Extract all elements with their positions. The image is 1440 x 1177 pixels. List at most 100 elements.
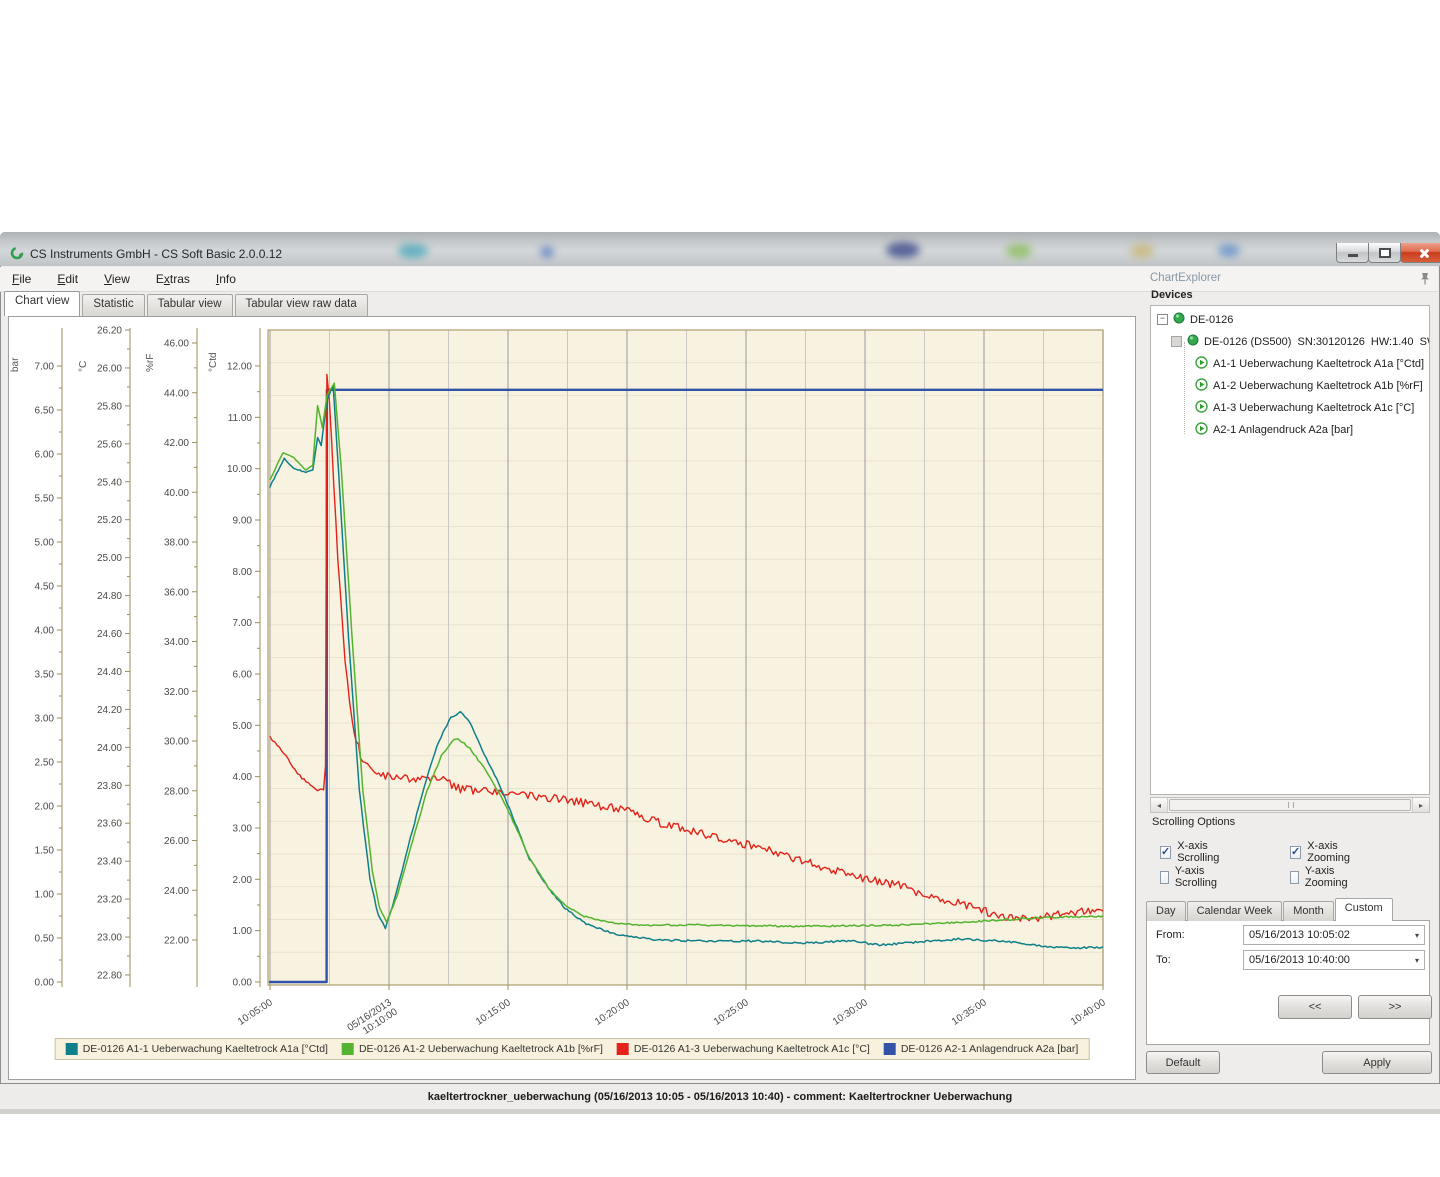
y-tick-label: 24.60 [97,629,122,640]
tree-item[interactable]: − DE-0126 [1157,312,1233,327]
y-tick-label: 2.50 [35,758,55,769]
tree-item[interactable]: A1-2 Ueberwachung Kaeltetrock A1b [%rF] [1195,378,1423,394]
y-tick-label: 34.00 [164,637,189,648]
checked-checkbox-icon[interactable]: ✓ [1160,846,1171,859]
y-tick-label: 23.20 [97,895,122,906]
y-tick-label: 40.00 [164,488,189,499]
y-tick-label: 4.50 [35,582,55,593]
period-tab-month[interactable]: Month [1283,901,1334,921]
y-tick-label: 8.00 [233,567,253,578]
menu-file[interactable]: File [12,272,31,286]
tree-item[interactable]: A1-3 Ueberwachung Kaeltetrock A1c [°C] [1195,400,1414,416]
app-logo-icon [10,246,24,260]
legend-swatch [884,1043,896,1055]
y-tick-label: 25.80 [97,401,122,412]
minimize-button[interactable] [1336,243,1369,263]
to-datetime-select[interactable]: 05/16/2013 10:40:00 ▾ [1243,950,1425,970]
default-button[interactable]: Default [1146,1051,1220,1074]
menu-extras[interactable]: Extras [156,272,190,286]
y-tick-label: 22.00 [164,936,189,947]
range-next-button[interactable]: >> [1358,995,1432,1019]
restore-button[interactable] [1368,243,1401,263]
y-tick-label: 22.80 [97,970,122,981]
tree-connector [1184,342,1185,434]
channel-play-icon [1195,400,1208,416]
legend-label: DE-0126 A1-1 Ueberwachung Kaeltetrock A1… [83,1043,328,1055]
tab-chart-view[interactable]: Chart view [4,291,80,316]
checkbox-label: Y-axis Zooming [1305,865,1352,889]
range-previous-button[interactable]: << [1278,995,1352,1019]
checkbox-x-axis-scrolling[interactable]: ✓X-axis Scrolling [1160,840,1221,864]
tree-item-label: A2-1 Anlagendruck A2a [bar] [1213,424,1353,436]
y-tick-label: 10.00 [227,464,252,475]
unchecked-checkbox-icon[interactable] [1160,871,1169,884]
y-tick-label: 44.00 [164,388,189,399]
tab-statistic[interactable]: Statistic [82,294,144,316]
tree-node-icon[interactable] [1171,336,1182,347]
tree-item-label: DE-0126 [1190,314,1233,326]
x-tick-label: 10:35:00 [950,997,989,1028]
device-tree[interactable]: − DE-0126 DE-0126 (DS500) SN:30120126 HW:1… [1150,305,1430,795]
period-tab-calendar-week[interactable]: Calendar Week [1187,901,1283,921]
apply-button-label: Apply [1363,1057,1391,1069]
devices-label: Devices [1151,289,1193,301]
tree-item-label: A1-1 Ueberwachung Kaeltetrock A1a [°Ctd] [1213,358,1424,370]
pin-icon[interactable] [1420,272,1430,290]
chart-plot[interactable]: bar7.006.506.005.505.004.504.003.503.002… [10,318,1133,1036]
titlebar-reflection [1006,244,1032,258]
tree-item-label: A1-2 Ueberwachung Kaeltetrock A1b [%rF] [1213,380,1423,392]
y-tick-label: 2.00 [35,802,55,813]
checkbox-y-axis-zooming[interactable]: Y-axis Zooming [1290,865,1352,889]
window-controls [1337,243,1440,262]
tree-item[interactable]: A1-1 Ueberwachung Kaeltetrock A1a [°Ctd] [1195,356,1424,372]
window-title: CS Instruments GmbH - CS Soft Basic 2.0.… [30,247,282,261]
y-tick-label: 5.00 [35,538,55,549]
from-datetime-select[interactable]: 05/16/2013 10:05:02 ▾ [1243,925,1425,945]
y-tick-label: 25.00 [97,553,122,564]
y-tick-label: 3.00 [35,714,55,725]
x-tick-label: 10:20:00 [593,997,632,1028]
y-axis-title: °Ctd [208,352,219,372]
tree-item[interactable]: A2-1 Anlagendruck A2a [bar] [1195,422,1353,438]
x-tick-label: 10:15:00 [474,997,513,1028]
tree-collapse-icon[interactable]: − [1157,314,1168,325]
apply-button[interactable]: Apply [1322,1051,1432,1074]
checkbox-x-axis-zooming[interactable]: ✓X-axis Zooming [1290,840,1352,864]
menu-edit[interactable]: Edit [57,272,78,286]
checked-checkbox-icon[interactable]: ✓ [1290,846,1301,859]
y-tick-label: 38.00 [164,538,189,549]
y-tick-label: 1.00 [233,926,253,937]
y-tick-label: 0.00 [233,977,253,988]
main-tab-strip: Chart viewStatisticTabular viewTabular v… [4,293,370,316]
y-tick-label: 24.00 [164,886,189,897]
y-tick-label: 6.50 [35,406,55,417]
menu-info[interactable]: Info [216,272,236,286]
explorer-title: ChartExplorer [1150,272,1221,284]
x-tick-label: 05/16/201310:10:00 [346,997,400,1036]
legend-item: DE-0126 A1-2 Ueberwachung Kaeltetrock A1… [342,1043,603,1055]
y-tick-label: 5.50 [35,494,55,505]
close-button[interactable] [1400,243,1440,263]
scroll-right-arrow-icon[interactable]: ▸ [1412,798,1429,812]
tab-tabular-view-raw-data[interactable]: Tabular view raw data [235,294,368,316]
range-previous-label: << [1309,1001,1322,1013]
tree-horizontal-scrollbar[interactable]: ◂ ▸ [1150,797,1430,813]
y-tick-label: 28.00 [164,786,189,797]
period-tab-day[interactable]: Day [1146,901,1186,921]
device-icon [1173,312,1185,327]
tree-item[interactable]: DE-0126 (DS500) SN:30120126 HW:1.40 SW [1171,334,1430,349]
restore-icon [1379,248,1391,258]
scroll-left-arrow-icon[interactable]: ◂ [1151,798,1168,812]
tab-tabular-view[interactable]: Tabular view [147,294,233,316]
y-tick-label: 11.00 [228,413,253,424]
unchecked-checkbox-icon[interactable] [1290,871,1299,884]
default-button-label: Default [1166,1057,1201,1069]
y-tick-label: 25.60 [97,439,122,450]
legend-swatch [342,1043,354,1055]
checkbox-y-axis-scrolling[interactable]: Y-axis Scrolling [1160,865,1221,889]
y-tick-label: 5.00 [233,721,253,732]
scrollbar-thumb[interactable] [1169,799,1411,811]
period-tab-custom[interactable]: Custom [1335,898,1393,921]
y-tick-label: 2.00 [233,875,253,886]
menu-view[interactable]: View [104,272,130,286]
